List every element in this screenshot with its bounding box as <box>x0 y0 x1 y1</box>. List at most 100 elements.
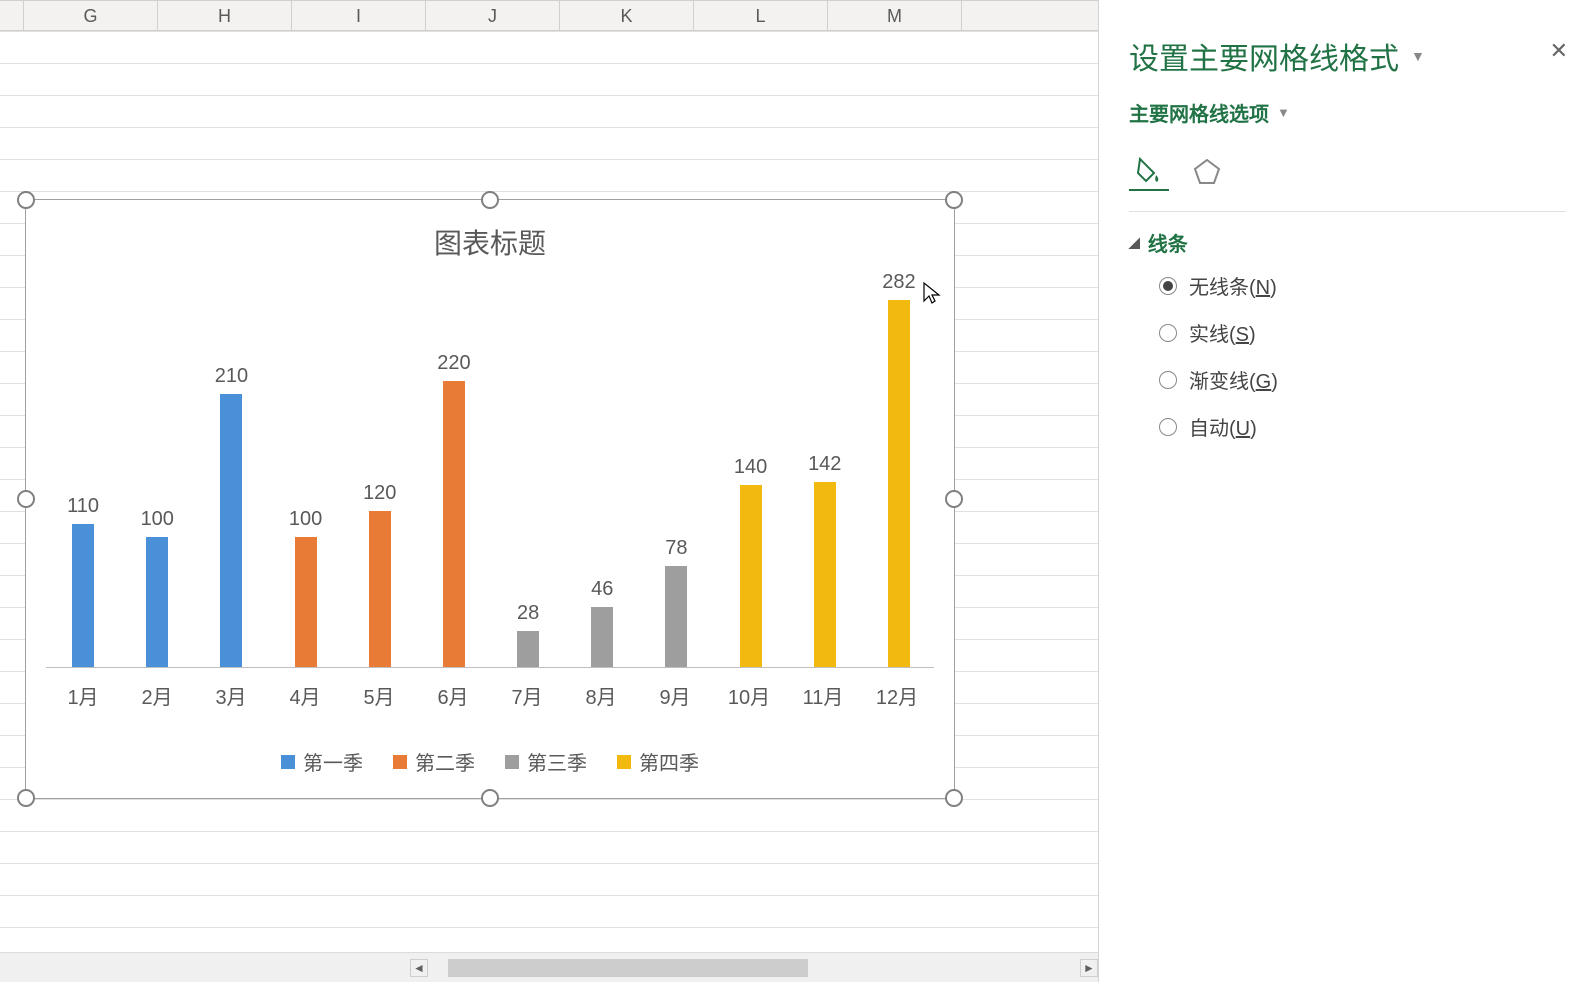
x-tick-label: 12月 <box>860 681 934 710</box>
scroll-right-icon[interactable]: ► <box>1080 959 1098 977</box>
pane-title-dropdown-icon[interactable]: ▼ <box>1411 48 1425 64</box>
data-label: 78 <box>665 537 687 560</box>
legend-label: 第三季 <box>527 747 587 776</box>
bar[interactable]: 142 <box>814 482 836 667</box>
resize-handle-icon[interactable] <box>945 789 963 807</box>
section-line[interactable]: ◢ 线条 <box>1129 228 1566 257</box>
data-label: 220 <box>437 352 470 375</box>
column-header[interactable]: L <box>694 1 828 30</box>
x-tick-label: 5月 <box>342 681 416 710</box>
bar[interactable]: 46 <box>591 607 613 667</box>
x-tick-label: 9月 <box>638 681 712 710</box>
chevron-down-icon: ▼ <box>1277 105 1290 120</box>
x-axis-labels: 1月2月3月4月5月6月7月8月9月10月11月12月 <box>46 681 934 710</box>
bar[interactable]: 120 <box>369 511 391 667</box>
pane-subtitle[interactable]: 主要网格线选项 ▼ <box>1129 98 1566 127</box>
legend-label: 第四季 <box>639 747 699 776</box>
spreadsheet-workspace: GHIJKLM 图表标题 110 100 210 100 120 220 28 46 78 140… <box>0 0 1098 982</box>
close-icon[interactable]: ✕ <box>1550 38 1568 64</box>
x-tick-label: 8月 <box>564 681 638 710</box>
option-solid-line[interactable]: 实线(S) <box>1159 318 1566 347</box>
column-headers: GHIJKLM <box>0 1 1098 31</box>
radio-icon <box>1159 324 1177 342</box>
plot-area[interactable]: 110 100 210 100 120 220 28 46 78 140 142 282 <box>46 280 934 668</box>
effects-icon[interactable] <box>1187 151 1227 191</box>
horizontal-scrollbar[interactable]: ◄ ► <box>0 952 1098 982</box>
resize-handle-icon[interactable] <box>17 789 35 807</box>
pane-title: 设置主要网格线格式 ▼ <box>1129 34 1566 78</box>
x-tick-label: 2月 <box>120 681 194 710</box>
option-gradient-line[interactable]: 渐变线(G) <box>1159 365 1566 394</box>
x-tick-label: 10月 <box>712 681 786 710</box>
bar[interactable]: 110 <box>72 524 94 667</box>
bar[interactable]: 100 <box>295 537 317 667</box>
line-options: 无线条(N) 实线(S) 渐变线(G) 自动(U) <box>1159 271 1566 441</box>
pane-title-text: 设置主要网格线格式 <box>1129 34 1399 78</box>
column-header[interactable]: J <box>426 1 560 30</box>
column-header[interactable]: H <box>158 1 292 30</box>
legend-swatch-icon <box>505 755 519 769</box>
chart-object[interactable]: 图表标题 110 100 210 100 120 220 28 46 78 140 142 282 1… <box>25 199 955 799</box>
bar[interactable]: 100 <box>146 537 168 667</box>
chart-title[interactable]: 图表标题 <box>26 200 954 262</box>
resize-handle-icon[interactable] <box>17 191 35 209</box>
x-tick-label: 11月 <box>786 681 860 710</box>
resize-handle-icon[interactable] <box>481 191 499 209</box>
resize-handle-icon[interactable] <box>945 191 963 209</box>
section-line-label: 线条 <box>1148 228 1188 257</box>
column-header[interactable]: M <box>828 1 962 30</box>
legend-item[interactable]: 第一季 <box>281 747 363 776</box>
legend-label: 第二季 <box>415 747 475 776</box>
bar[interactable]: 220 <box>443 381 465 667</box>
format-pane: 设置主要网格线格式 ▼ ✕ 主要网格线选项 ▼ ◢ 线条 无线条(N) 实线(S… <box>1098 0 1596 982</box>
data-label: 110 <box>67 495 99 518</box>
data-label: 142 <box>808 453 841 476</box>
grid-area[interactable]: 图表标题 110 100 210 100 120 220 28 46 78 140 142 282 1… <box>0 31 1098 952</box>
data-label: 282 <box>882 271 915 294</box>
bar[interactable]: 210 <box>220 394 242 667</box>
option-label: 实线(S) <box>1189 318 1256 347</box>
column-header[interactable]: G <box>24 1 158 30</box>
bar[interactable]: 28 <box>517 631 539 667</box>
legend-swatch-icon <box>393 755 407 769</box>
legend-item[interactable]: 第三季 <box>505 747 587 776</box>
option-no-line[interactable]: 无线条(N) <box>1159 271 1566 300</box>
bar[interactable]: 78 <box>665 566 687 667</box>
scroll-left-icon[interactable]: ◄ <box>410 959 428 977</box>
data-label: 140 <box>734 456 767 479</box>
resize-handle-icon[interactable] <box>945 490 963 508</box>
data-label: 46 <box>591 578 613 601</box>
chart-legend[interactable]: 第一季 第二季 第三季 第四季 <box>26 747 954 776</box>
expand-icon: ◢ <box>1129 234 1140 251</box>
option-label: 无线条(N) <box>1189 271 1277 300</box>
bar[interactable]: 140 <box>740 485 762 667</box>
x-tick-label: 6月 <box>416 681 490 710</box>
data-label: 100 <box>141 508 174 531</box>
resize-handle-icon[interactable] <box>17 490 35 508</box>
option-label: 渐变线(G) <box>1189 365 1278 394</box>
option-label: 自动(U) <box>1189 412 1257 441</box>
axis-baseline <box>46 667 934 668</box>
column-header[interactable]: K <box>560 1 694 30</box>
pane-subtitle-text: 主要网格线选项 <box>1129 98 1269 127</box>
data-label: 210 <box>215 365 248 388</box>
legend-label: 第一季 <box>303 747 363 776</box>
bar[interactable]: 282 <box>888 300 910 667</box>
x-tick-label: 4月 <box>268 681 342 710</box>
x-tick-label: 1月 <box>46 681 120 710</box>
legend-swatch-icon <box>281 755 295 769</box>
legend-item[interactable]: 第四季 <box>617 747 699 776</box>
format-category-icons <box>1129 151 1566 191</box>
column-header[interactable]: I <box>292 1 426 30</box>
fill-line-icon[interactable] <box>1129 151 1169 191</box>
legend-item[interactable]: 第二季 <box>393 747 475 776</box>
data-label: 28 <box>517 602 539 625</box>
data-label: 120 <box>363 482 396 505</box>
scroll-thumb[interactable] <box>448 959 808 977</box>
resize-handle-icon[interactable] <box>481 789 499 807</box>
legend-swatch-icon <box>617 755 631 769</box>
radio-icon <box>1159 418 1177 436</box>
option-auto-line[interactable]: 自动(U) <box>1159 412 1566 441</box>
column-header-edge[interactable] <box>0 1 24 30</box>
radio-icon <box>1159 277 1177 295</box>
